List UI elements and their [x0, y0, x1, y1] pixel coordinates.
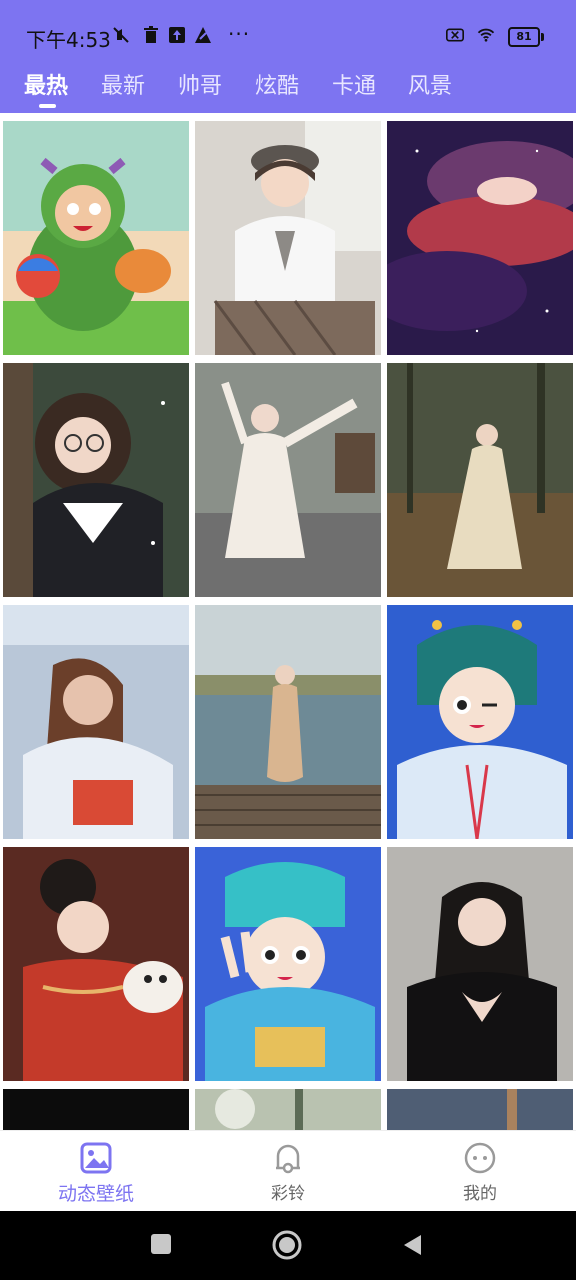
wallpaper-thumb[interactable] [195, 605, 381, 839]
wallpaper-thumb[interactable] [387, 605, 573, 839]
nav-label: 我的 [463, 1184, 497, 1204]
wallpaper-thumb[interactable] [195, 1089, 381, 1130]
tab-handsome[interactable]: 帅哥 [178, 68, 222, 100]
recents-button[interactable] [150, 1233, 172, 1255]
nav-ringtone[interactable]: 彩铃 [192, 1131, 384, 1212]
nav-mine[interactable]: 我的 [384, 1131, 576, 1212]
mute-icon [112, 26, 130, 44]
wallpaper-thumb[interactable] [387, 847, 573, 1081]
tab-cartoon[interactable]: 卡通 [332, 68, 376, 100]
nav-label: 彩铃 [271, 1184, 305, 1204]
ringtone-icon [276, 1144, 300, 1174]
nav-label: 动态壁纸 [57, 1183, 134, 1205]
battery-icon: 81 [508, 27, 544, 47]
wallpaper-icon [80, 1142, 112, 1174]
wallpaper-thumb[interactable] [387, 363, 573, 597]
category-tabs: 最热 最新 帅哥 炫酷 卡通 风景 [0, 64, 576, 113]
wallpaper-thumb[interactable] [3, 847, 189, 1081]
wallpaper-thumb[interactable] [195, 847, 381, 1081]
profile-icon [464, 1142, 496, 1174]
wallpaper-thumb[interactable] [3, 363, 189, 597]
bottom-navigation: 动态壁纸 彩铃 我的 [0, 1130, 576, 1212]
wallpaper-thumb[interactable] [387, 121, 573, 355]
back-button[interactable] [401, 1233, 423, 1257]
wallpaper-thumb[interactable] [3, 605, 189, 839]
wallpaper-thumb[interactable] [195, 363, 381, 597]
wallpaper-thumb[interactable] [3, 121, 189, 355]
status-time: 下午4:53 [26, 28, 111, 52]
system-navigation-bar [0, 1211, 576, 1280]
tab-newest[interactable]: 最新 [101, 68, 145, 100]
app-header: 下午4:53 ··· 81 最热 最新 帅哥 炫酷 卡通 风景 [0, 0, 576, 113]
wallpaper-grid [0, 113, 576, 1130]
home-button[interactable] [272, 1230, 302, 1260]
status-bar: 下午4:53 ··· 81 [0, 0, 576, 70]
wifi-icon [477, 26, 495, 44]
sim-off-icon [446, 26, 464, 44]
upload-icon [168, 26, 186, 44]
app-notify-icon [194, 26, 212, 44]
tab-cool[interactable]: 炫酷 [255, 68, 299, 100]
tab-hottest[interactable]: 最热 [24, 68, 68, 100]
wallpaper-thumb[interactable] [195, 121, 381, 355]
tab-scenery[interactable]: 风景 [408, 68, 452, 100]
tab-indicator [39, 104, 56, 108]
trash-icon [142, 26, 160, 44]
wallpaper-thumb[interactable] [387, 1089, 573, 1130]
nav-dynamic-wallpaper[interactable]: 动态壁纸 [0, 1131, 192, 1212]
more-notifications-icon: ··· [228, 22, 251, 46]
wallpaper-thumb[interactable] [3, 1089, 189, 1130]
